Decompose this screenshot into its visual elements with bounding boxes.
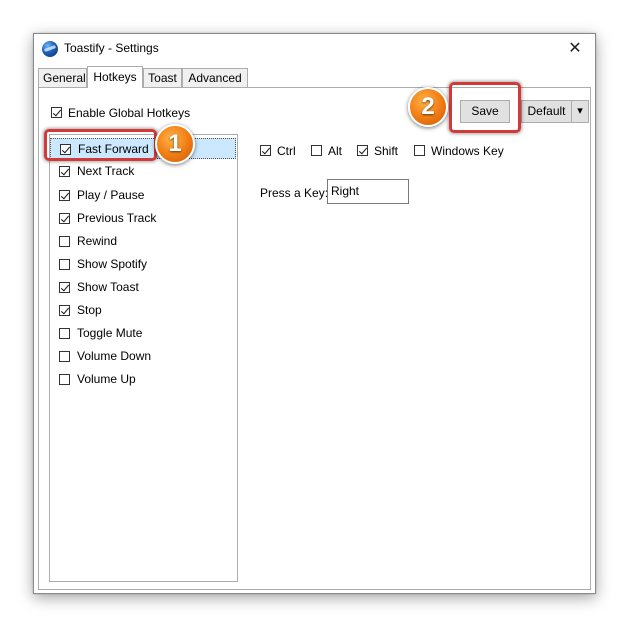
action-checkbox[interactable] <box>59 281 70 293</box>
enable-global-hotkeys-label: Enable Global Hotkeys <box>68 105 191 120</box>
list-item-action[interactable]: Rewind <box>50 230 236 251</box>
action-label: Stop <box>77 303 102 318</box>
action-checkbox[interactable] <box>59 328 70 340</box>
action-checkbox[interactable] <box>59 258 70 270</box>
alt-box[interactable] <box>311 145 322 157</box>
list-item-action[interactable]: Play / Pause <box>50 184 236 205</box>
action-checkbox[interactable] <box>59 374 70 386</box>
enable-global-hotkeys-checkbox[interactable]: Enable Global Hotkeys <box>51 103 190 121</box>
list-item-action[interactable]: Volume Down <box>50 346 236 367</box>
tab-toast[interactable]: Toast <box>143 68 182 87</box>
action-checkbox[interactable] <box>59 166 70 178</box>
windows-key-label: Windows Key <box>431 143 504 158</box>
tab-general[interactable]: General <box>38 68 87 87</box>
list-item-action[interactable]: Volume Up <box>50 369 236 390</box>
shift-checkbox[interactable]: Shift <box>357 141 398 159</box>
list-item-action[interactable]: Toggle Mute <box>50 323 236 344</box>
action-checkbox[interactable] <box>59 351 70 363</box>
tab-advanced[interactable]: Advanced <box>182 68 248 87</box>
action-label: Rewind <box>77 233 118 248</box>
enable-global-hotkeys-box[interactable] <box>51 107 62 119</box>
callout-highlight-save <box>449 82 521 133</box>
settings-window: Toastify - Settings ✕ General Hotkeys To… <box>33 33 596 594</box>
alt-label: Alt <box>328 143 343 158</box>
action-label: Volume Up <box>77 372 136 387</box>
step-badge-1: 1 <box>155 124 195 164</box>
tab-hotkeys[interactable]: Hotkeys <box>87 66 143 88</box>
window-title: Toastify - Settings <box>64 41 159 55</box>
alt-checkbox[interactable]: Alt <box>311 141 342 159</box>
action-label: Play / Pause <box>77 187 145 202</box>
action-checkbox[interactable] <box>59 212 70 224</box>
default-dropdown-arrow-icon[interactable]: ▾ <box>571 100 589 123</box>
action-label: Toggle Mute <box>77 326 143 341</box>
callout-highlight-fast-forward <box>44 129 157 161</box>
list-item-action[interactable]: Show Spotify <box>50 254 236 275</box>
action-checkbox[interactable] <box>59 189 70 201</box>
action-label: Next Track <box>77 164 135 179</box>
close-icon[interactable]: ✕ <box>555 34 595 64</box>
action-label: Show Toast <box>77 279 139 294</box>
action-checkbox[interactable] <box>59 305 70 317</box>
ctrl-label: Ctrl <box>277 143 296 158</box>
shift-box[interactable] <box>357 145 368 157</box>
action-label: Previous Track <box>77 210 157 225</box>
list-item-action[interactable]: Stop <box>50 300 236 321</box>
press-key-input[interactable]: Right <box>327 179 409 204</box>
action-checkbox[interactable] <box>59 235 70 247</box>
list-item-action[interactable]: Next Track <box>50 161 236 182</box>
list-item-action[interactable]: Show Toast <box>50 277 236 298</box>
windows-key-box[interactable] <box>414 145 425 157</box>
press-key-label: Press a Key: <box>260 186 329 200</box>
ctrl-checkbox[interactable]: Ctrl <box>260 141 296 159</box>
action-label: Show Spotify <box>77 256 148 271</box>
list-item-action[interactable]: Previous Track <box>50 207 236 228</box>
shift-label: Shift <box>374 143 399 158</box>
action-label: Volume Down <box>77 349 152 364</box>
default-button[interactable]: Default <box>521 100 572 123</box>
title-bar[interactable]: Toastify - Settings ✕ <box>34 34 595 64</box>
toastify-logo-icon <box>42 41 58 57</box>
ctrl-box[interactable] <box>260 145 271 157</box>
step-badge-2: 2 <box>408 87 448 127</box>
windows-key-checkbox[interactable]: Windows Key <box>414 141 504 159</box>
